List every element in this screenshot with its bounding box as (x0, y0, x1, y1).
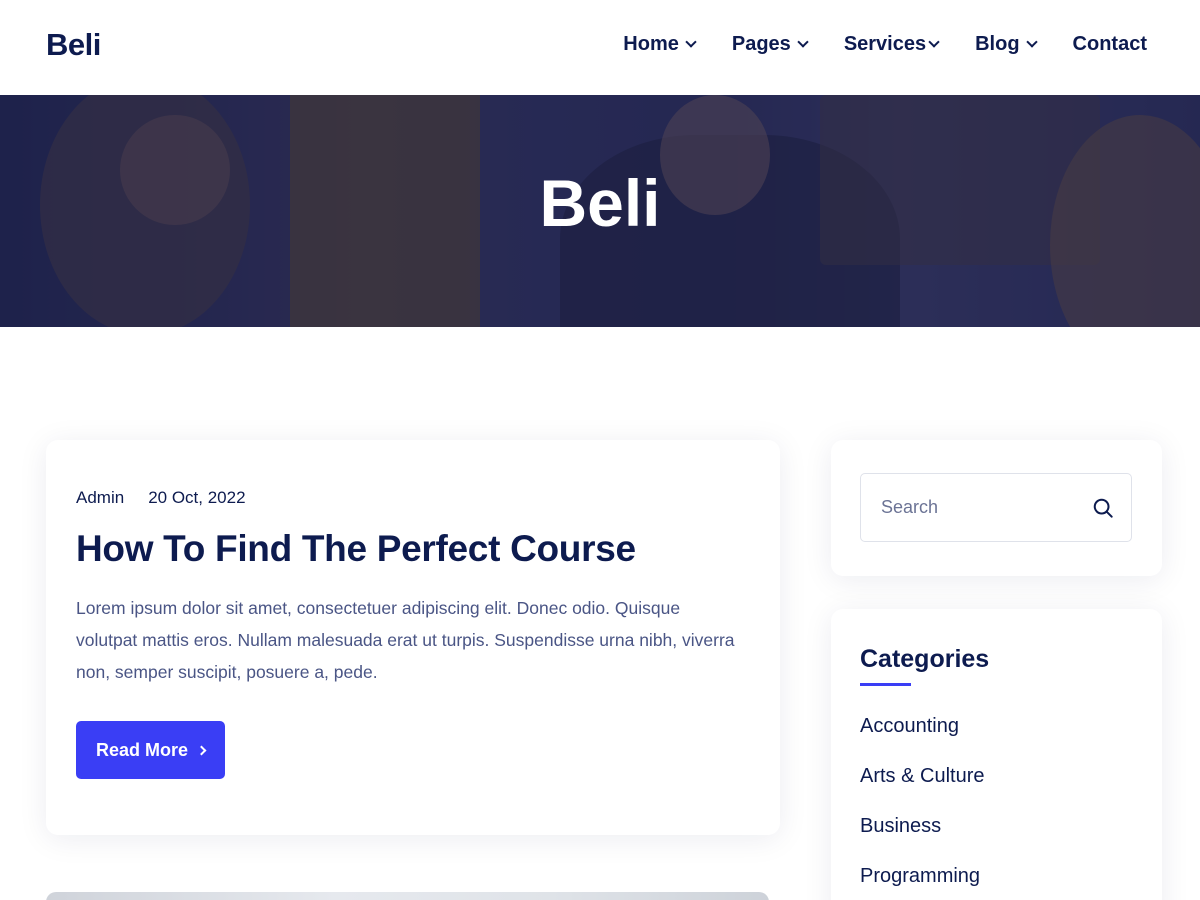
site-logo[interactable]: Beli (46, 27, 101, 63)
site-header: Beli Home Pages Services Blog Contact (0, 0, 1200, 95)
category-arts-culture[interactable]: Arts & Culture (860, 765, 984, 815)
post-title[interactable]: How To Find The Perfect Course (76, 528, 636, 570)
categories-list: Accounting Arts & Culture Business Progr… (860, 715, 984, 900)
chevron-down-icon (685, 36, 697, 48)
post-excerpt: Lorem ipsum dolor sit amet, consectetuer… (76, 598, 735, 682)
title-underline (860, 683, 911, 686)
nav-item-home[interactable]: Home (623, 33, 697, 56)
nav-item-contact[interactable]: Contact (1073, 33, 1147, 56)
post-meta: Admin 20 Oct, 2022 (76, 488, 246, 508)
nav-item-label: Services (843, 33, 927, 55)
main-nav: Home Pages Services Blog Contact (623, 33, 1147, 56)
nav-item-pages[interactable]: Pages (731, 33, 809, 56)
category-business[interactable]: Business (860, 815, 984, 865)
categories-title: Categories (860, 645, 990, 673)
nav-item-label: Contact (1072, 33, 1147, 55)
chevron-down-icon (797, 36, 809, 48)
nav-item-label: Blog (975, 33, 1020, 55)
nav-item-label: Pages (731, 33, 791, 55)
post-date: 20 Oct, 2022 (148, 488, 246, 507)
search-box (860, 473, 1132, 542)
category-programming[interactable]: Programming (860, 865, 984, 900)
blog-post-card-image (46, 892, 769, 900)
chevron-down-icon (1025, 36, 1038, 48)
hero-banner: Beli (0, 95, 1200, 327)
page-title: Beli (539, 166, 661, 240)
read-more-button[interactable]: Read More (76, 721, 225, 779)
search-widget (831, 440, 1162, 576)
search-icon[interactable] (1092, 497, 1114, 519)
chevron-down-icon (928, 36, 940, 48)
categories-widget: Categories Accounting Arts & Culture Bus… (831, 609, 1162, 900)
nav-item-services[interactable]: Services (843, 33, 940, 56)
search-input[interactable] (881, 474, 1071, 540)
blog-post-card: Admin 20 Oct, 2022 How To Find The Perfe… (46, 440, 780, 835)
category-accounting[interactable]: Accounting (860, 715, 984, 765)
read-more-label: Read More (95, 739, 189, 760)
nav-item-label: Home (623, 33, 679, 55)
nav-item-blog[interactable]: Blog (975, 33, 1038, 56)
chevron-right-icon (196, 745, 207, 755)
post-author[interactable]: Admin (76, 488, 124, 508)
